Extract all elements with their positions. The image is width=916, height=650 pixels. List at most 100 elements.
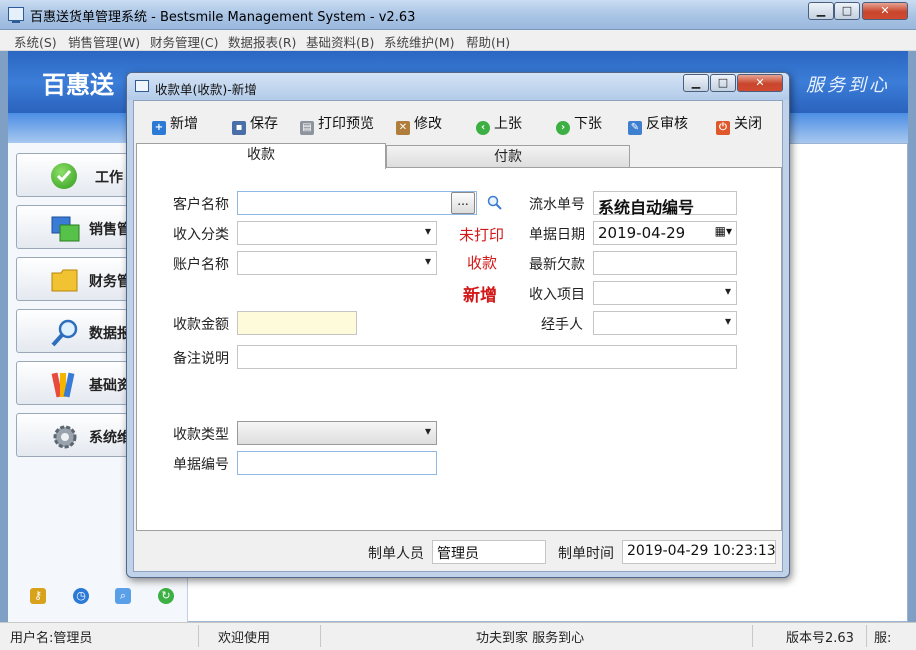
dialog-title: 收款单(收款)-新增 (155, 82, 257, 97)
customer-search-icon[interactable] (487, 195, 503, 211)
mode-status: 新增 (463, 286, 497, 306)
receipt-type-select[interactable] (237, 421, 437, 445)
printer-icon: ▤ (300, 121, 314, 135)
status-user: 用户名:管理员 (10, 631, 93, 646)
magnifier-icon (51, 319, 78, 347)
arrow-left-icon: ‹ (476, 121, 490, 135)
handler-label: 经手人 (541, 317, 583, 333)
dialog-close-button[interactable]: ✕ (737, 74, 783, 92)
nav-label: 销售管 (89, 222, 131, 238)
dialog-minimize-button[interactable]: ▁ (683, 74, 709, 92)
prev-label: 上张 (494, 116, 522, 132)
dialog-maximize-button[interactable]: □ (710, 74, 736, 92)
print-preview-button[interactable]: ▤ 打印预览 (300, 113, 374, 135)
minimize-button[interactable]: ▁ (808, 2, 834, 20)
status-version: 版本号2.63 (786, 631, 854, 646)
latest-debt-input (593, 251, 737, 275)
check-icon (51, 163, 77, 189)
creator-input: 管理员 (432, 540, 546, 564)
calendar-icon[interactable]: ▦▾ (715, 224, 732, 238)
clock-icon[interactable]: ◷ (73, 588, 89, 604)
status-welcome: 欢迎使用 (218, 631, 271, 646)
power-icon: ⏻ (716, 121, 730, 135)
edit-label: 修改 (414, 116, 442, 132)
created-time-label: 制单时间 (558, 546, 614, 562)
close-button[interactable]: ✕ (862, 2, 908, 20)
nav-label: 工作 (95, 170, 123, 186)
prev-button[interactable]: ‹ 上张 (476, 113, 522, 135)
remark-input[interactable] (237, 345, 737, 369)
amount-label: 收款金额 (173, 317, 229, 333)
menu-bar: 系统(S) 销售管理(W) 财务管理(C) 数据报表(R) 基础资料(B) 系统… (0, 30, 916, 51)
receipt-dialog: 收款单(收款)-新增 ▁ □ ✕ + 新增 ▪ 保存 ▤ 打印预览 ✕ 修改 ‹ 上张 ›… (126, 72, 790, 578)
close-dialog-button[interactable]: ⏻ 关闭 (716, 113, 762, 135)
nav-label: 基础资 (89, 378, 131, 394)
account-label: 账户名称 (173, 257, 229, 273)
new-button[interactable]: + 新增 (152, 113, 198, 135)
creator-label: 制单人员 (368, 546, 424, 562)
status-motto: 功夫到家 服务到心 (476, 631, 585, 646)
serial-label: 流水单号 (529, 197, 585, 213)
income-type-select[interactable] (237, 221, 437, 245)
serial-input: 系统自动编号 (593, 191, 737, 217)
key-icon[interactable]: ⚷ (30, 588, 46, 604)
income-type-label: 收入分类 (173, 227, 229, 243)
save-button[interactable]: ▪ 保存 (232, 113, 278, 135)
doc-date-picker[interactable]: 2019-04-29 ▦▾ (593, 221, 737, 245)
save-icon: ▪ (232, 121, 246, 135)
new-label: 新增 (170, 116, 198, 132)
customer-input[interactable] (237, 191, 477, 215)
dialog-title-bar: 收款单(收款)-新增 ▁ □ ✕ (127, 73, 789, 100)
status-separator (866, 625, 867, 647)
gear-icon (51, 423, 77, 449)
nav-label: 财务管 (89, 274, 131, 290)
refresh-icon[interactable]: ↻ (158, 588, 174, 604)
menu-reports[interactable]: 数据报表(R) (228, 32, 296, 51)
status-bar: 用户名:管理员 欢迎使用 功夫到家 服务到心 版本号2.63 服: (0, 622, 916, 650)
search-icon[interactable]: ⌕ (115, 588, 131, 604)
menu-system[interactable]: 系统(S) (14, 32, 57, 51)
arrow-right-icon: › (556, 121, 570, 135)
dialog-body: + 新增 ▪ 保存 ▤ 打印预览 ✕ 修改 ‹ 上张 › 下张 ✎ 反审核 ⏻ 关闭 收款 付款… (133, 100, 783, 572)
close-label: 关闭 (734, 116, 762, 132)
slogan: 服务到心 (806, 75, 890, 96)
menu-basic-data[interactable]: 基础资料(B) (306, 32, 374, 51)
income-item-label: 收入项目 (529, 287, 585, 303)
created-time-input: 2019-04-29 10:23:13 (622, 540, 776, 564)
amount-input[interactable] (237, 311, 357, 335)
status-separator (320, 625, 321, 647)
latest-debt-label: 最新欠款 (529, 257, 585, 273)
maximize-button[interactable]: □ (834, 2, 860, 20)
menu-finance[interactable]: 财务管理(C) (150, 32, 218, 51)
nav-label: 系统维 (89, 430, 131, 446)
next-button[interactable]: › 下张 (556, 113, 602, 135)
palette-icon (51, 371, 77, 398)
doc-date-label: 单据日期 (529, 227, 585, 243)
account-select[interactable] (237, 251, 437, 275)
kind-status: 收款 (467, 254, 498, 272)
brand-title: 百惠送 (42, 71, 114, 99)
save-label: 保存 (250, 116, 278, 132)
tab-receipt[interactable]: 收款 (136, 143, 386, 169)
print-status: 未打印 (459, 226, 505, 244)
doc-no-input[interactable] (237, 451, 437, 475)
customer-browse-button[interactable]: ... (451, 192, 475, 214)
doc-no-label: 单据编号 (173, 457, 229, 473)
print-preview-label: 打印预览 (318, 116, 374, 132)
status-extra: 服: (874, 631, 892, 646)
app-icon (8, 7, 24, 23)
handler-select[interactable] (593, 311, 737, 335)
unapprove-button[interactable]: ✎ 反审核 (628, 113, 688, 135)
dialog-footer: 制单人员 管理员 制单时间 2019-04-29 10:23:13 (136, 535, 782, 569)
menu-help[interactable]: 帮助(H) (466, 32, 510, 51)
windows-icon (51, 215, 80, 242)
edit-button[interactable]: ✕ 修改 (396, 113, 442, 135)
remark-label: 备注说明 (173, 351, 229, 367)
dialog-icon (135, 80, 149, 92)
menu-sales[interactable]: 销售管理(W) (68, 32, 140, 51)
tab-payment[interactable]: 付款 (386, 145, 630, 169)
main-title-bar: 百惠送货单管理系统 - Bestsmile Management System … (0, 0, 916, 30)
receipt-form: 客户名称 ... 流水单号 系统自动编号 收入分类 未打印 单据日期 2019-… (136, 167, 782, 531)
income-item-select[interactable] (593, 281, 737, 305)
menu-maintenance[interactable]: 系统维护(M) (384, 32, 455, 51)
